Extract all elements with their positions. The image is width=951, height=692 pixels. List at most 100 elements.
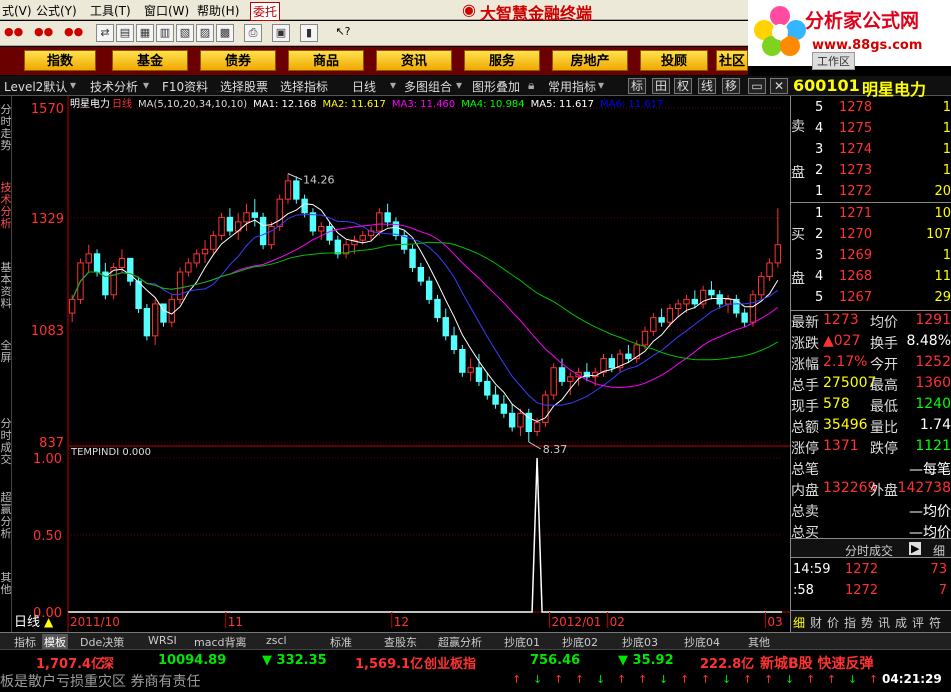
orderbook-price[interactable]: 1268 <box>839 269 872 284</box>
link-icon[interactable]: ●● <box>4 24 23 42</box>
swap-icon[interactable]: ⇄ <box>96 24 114 42</box>
common-indicator-dropdown[interactable]: 常用指标 <box>548 78 596 95</box>
trades-title[interactable]: 分时成交 <box>845 542 893 559</box>
trade-button[interactable]: 委托 <box>250 2 281 21</box>
bottom-tab[interactable]: 抄底02 <box>562 634 598 650</box>
category-news[interactable]: 资讯 <box>376 50 452 71</box>
rights-button[interactable]: 权 <box>674 78 692 94</box>
right-tab[interactable]: 指 <box>844 614 856 631</box>
chart-icon[interactable]: ▧ <box>176 24 194 42</box>
overlay-button[interactable]: 图形叠加 <box>472 78 520 95</box>
news-flash[interactable]: 新城B股 快速反弹 <box>760 653 874 673</box>
orderbook-price[interactable]: 1270 <box>839 227 872 242</box>
list-icon[interactable]: ▦ <box>136 24 154 42</box>
bottom-tab[interactable]: WRSI <box>148 634 177 647</box>
mark-button[interactable]: 标 <box>628 78 646 94</box>
sidebar-item-other[interactable]: 其他 <box>0 572 12 598</box>
menu-item-formula[interactable]: 公式(Y) <box>36 2 77 19</box>
bottom-tab[interactable]: 查股东 <box>384 634 417 650</box>
menu-item-help[interactable]: 帮助(H) <box>197 2 239 19</box>
link3-icon[interactable]: ●● <box>64 24 83 42</box>
bottom-tab[interactable]: 标准 <box>330 634 352 650</box>
category-bond[interactable]: 债券 <box>200 50 276 71</box>
right-tab[interactable]: 成 <box>895 614 907 631</box>
print-icon[interactable]: ⎙ <box>244 24 262 42</box>
chevron-down-icon[interactable]: ▾ <box>70 78 76 92</box>
right-tab[interactable]: 评 <box>912 614 924 631</box>
grid-button[interactable]: 田 <box>652 78 670 94</box>
bottom-tab[interactable]: 模板 <box>42 634 68 650</box>
grid-icon[interactable]: ▥ <box>156 24 174 42</box>
line-button[interactable]: 线 <box>698 78 716 94</box>
bottom-tab[interactable]: 抄底01 <box>504 634 540 650</box>
menu-item-formula-view[interactable]: 式(V) <box>2 2 32 19</box>
period-dropdown[interactable]: 日线 <box>352 78 376 95</box>
table-icon[interactable]: ▩ <box>216 24 234 42</box>
orderbook-price[interactable]: 1274 <box>839 142 872 157</box>
layout-icon[interactable]: ▤ <box>116 24 134 42</box>
right-tab[interactable]: 价 <box>827 614 839 631</box>
candle-body <box>608 358 616 369</box>
bottom-tab[interactable]: 超赢分析 <box>438 634 482 650</box>
link2-icon[interactable]: ●● <box>34 24 53 42</box>
scroll-news[interactable]: 板是散户亏损重灾区 券商有责任 <box>0 671 200 691</box>
bottom-tab[interactable]: Dde决策 <box>80 634 124 650</box>
right-tab[interactable]: 势 <box>861 614 873 631</box>
category-commodity[interactable]: 商品 <box>288 50 364 71</box>
menu-item-window[interactable]: 窗口(W) <box>144 2 189 19</box>
trades-more[interactable]: 细 <box>933 542 945 559</box>
minimize-icon[interactable]: ▭ <box>748 78 766 94</box>
category-community[interactable]: 社区 <box>716 50 748 71</box>
category-service[interactable]: 服务 <box>464 50 540 71</box>
help-pointer-icon[interactable]: ↖? <box>334 24 352 42</box>
chevron-down-icon[interactable]: ▾ <box>456 78 462 92</box>
select-stock-button[interactable]: 选择股票 <box>220 78 268 95</box>
category-advisor[interactable]: 投顾 <box>640 50 708 71</box>
tech-analysis-dropdown[interactable]: 技术分析 <box>90 78 138 95</box>
orderbook-price[interactable]: 1271 <box>839 206 872 221</box>
orderbook-price[interactable]: 1272 <box>839 184 872 199</box>
window-icon[interactable]: ▣ <box>272 24 290 42</box>
right-tab[interactable]: 符 <box>929 614 941 631</box>
expand-icon[interactable]: ▶ <box>909 542 922 555</box>
bottom-tab[interactable]: 抄底04 <box>684 634 720 650</box>
category-index[interactable]: 指数 <box>24 50 96 71</box>
right-tab[interactable]: 讯 <box>878 614 890 631</box>
bottom-tab[interactable]: zscl <box>266 634 287 647</box>
chevron-down-icon[interactable]: ▾ <box>390 78 396 92</box>
orderbook-price[interactable]: 1269 <box>839 248 872 263</box>
sidebar-item-minute[interactable]: 分时走势 <box>0 104 12 152</box>
orderbook-price[interactable]: 1278 <box>839 100 872 115</box>
sidebar-item-super[interactable]: 超赢分析 <box>0 492 12 540</box>
select-indicator-button[interactable]: 选择指标 <box>280 78 328 95</box>
multi-chart-dropdown[interactable]: 多图组合 <box>404 78 452 95</box>
chevron-down-icon[interactable]: ▾ <box>598 78 604 92</box>
report-icon[interactable]: ▨ <box>196 24 214 42</box>
bottom-tab[interactable]: 指标 <box>14 634 36 650</box>
period-toggle-icon[interactable]: ▲ <box>44 615 54 629</box>
lock-icon[interactable]: 🔒︎ <box>528 78 534 93</box>
close-icon[interactable]: ✕ <box>770 78 788 94</box>
sidebar-item-ticks[interactable]: 分时成交 <box>0 418 12 466</box>
orderbook-price[interactable]: 1273 <box>839 163 872 178</box>
f10-button[interactable]: F10资料 <box>162 78 208 95</box>
right-tab[interactable]: 细 <box>793 614 805 631</box>
books-icon[interactable]: ▮ <box>300 24 318 42</box>
sidebar-item-tech[interactable]: 技术分析 <box>0 182 12 230</box>
bottom-tab[interactable]: macd背离 <box>194 634 247 650</box>
right-tab[interactable]: 财 <box>810 614 822 631</box>
orderbook-price[interactable]: 1267 <box>839 290 872 305</box>
orderbook-price[interactable]: 1275 <box>839 121 872 136</box>
chevron-down-icon[interactable]: ▾ <box>143 78 149 92</box>
bottom-tab[interactable]: 抄底03 <box>622 634 658 650</box>
menu-item-tools[interactable]: 工具(T) <box>90 2 131 19</box>
sidebar-item-fullscreen[interactable]: 全屏 <box>0 340 12 366</box>
sidebar-item-basic[interactable]: 基本资料 <box>0 262 12 310</box>
category-fund[interactable]: 基金 <box>112 50 188 71</box>
kline-chart[interactable]: 1570132910838371.000.500.0014.268.37明星电力… <box>12 96 790 632</box>
move-button[interactable]: 移 <box>722 78 740 94</box>
level2-dropdown[interactable]: Level2默认 <box>4 78 67 95</box>
category-realestate[interactable]: 房地产 <box>552 50 628 71</box>
bottom-tab[interactable]: 其他 <box>748 634 770 650</box>
workspace-tab[interactable]: 工作区 <box>812 52 855 70</box>
